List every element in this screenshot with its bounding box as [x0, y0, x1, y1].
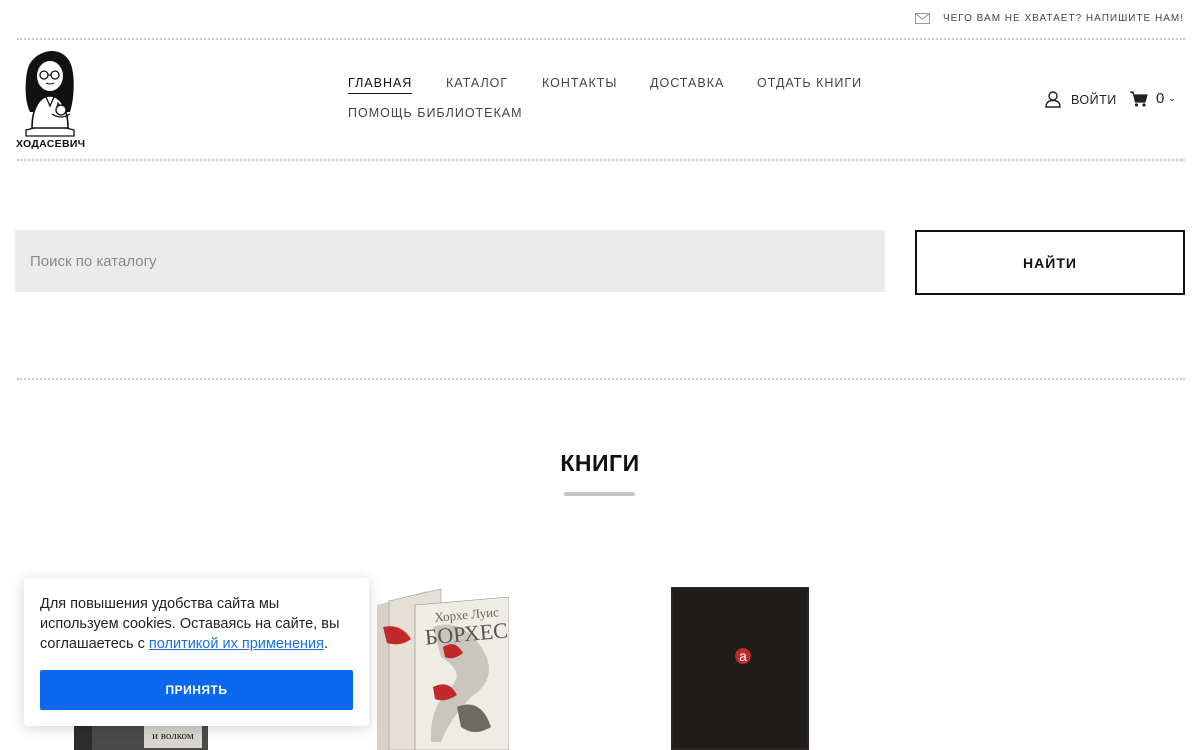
nav-item-delivery[interactable]: ДОСТАВКА: [650, 76, 724, 90]
login-label[interactable]: ВОЙТИ: [1071, 93, 1117, 107]
mail-icon: [914, 13, 930, 24]
cookie-banner: Для повышения удобства сайта мы использу…: [24, 578, 369, 726]
page: ЧЕГО ВАМ НЕ ХВАТАЕТ? НАПИШИТЕ НАМ! ХОДАС…: [0, 0, 1200, 750]
cookie-policy-link[interactable]: политикой их применения: [149, 636, 324, 652]
book-cover-letter: а: [739, 648, 747, 664]
top-divider: [17, 38, 1185, 40]
contact-link[interactable]: ЧЕГО ВАМ НЕ ХВАТАЕТ? НАПИШИТЕ НАМ!: [914, 13, 1184, 24]
search-input[interactable]: [15, 230, 885, 292]
book-cover[interactable]: Хорхе Луис БОРХЕС: [371, 587, 509, 750]
book-cover[interactable]: а: [671, 587, 809, 750]
logo[interactable]: ХОДАСЕВИЧ: [16, 50, 86, 152]
cart-count: 0: [1156, 90, 1165, 107]
nav-item-donate-books[interactable]: ОТДАТЬ КНИГИ: [757, 76, 862, 90]
section-title: КНИГИ: [560, 450, 640, 476]
svg-text:и волком: и волком: [152, 730, 194, 742]
search-button[interactable]: НАЙТИ: [915, 230, 1185, 295]
cookie-text: Для повышения удобства сайта мы использу…: [40, 596, 340, 652]
logo-portrait-icon: [25, 51, 75, 137]
user-icon: [1045, 91, 1061, 108]
nav-item-home[interactable]: ГЛАВНАЯ: [348, 76, 413, 94]
title-underline: [564, 492, 635, 496]
accept-cookies-button[interactable]: ПРИНЯТЬ: [40, 670, 353, 710]
cart-button[interactable]: 0 ⌄: [1130, 90, 1176, 107]
nav-item-library-help[interactable]: ПОМОЩЬ БИБЛИОТЕКАМ: [348, 106, 523, 120]
nav-item-contacts[interactable]: КОНТАКТЫ: [542, 76, 617, 90]
login-button[interactable]: ВОЙТИ: [1045, 91, 1117, 108]
chevron-down-icon[interactable]: ⌄: [1168, 93, 1176, 104]
contact-text[interactable]: ЧЕГО ВАМ НЕ ХВАТАЕТ? НАПИШИТЕ НАМ!: [943, 13, 1184, 24]
nav-item-catalog[interactable]: КАТАЛОГ: [446, 76, 508, 90]
cart-icon: [1130, 90, 1148, 107]
logo-text: ХОДАСЕВИЧ: [16, 138, 86, 150]
header-divider: [17, 159, 1185, 161]
search-divider: [17, 378, 1185, 380]
top-strip: ЧЕГО ВАМ НЕ ХВАТАЕТ? НАПИШИТЕ НАМ!: [0, 0, 1200, 38]
